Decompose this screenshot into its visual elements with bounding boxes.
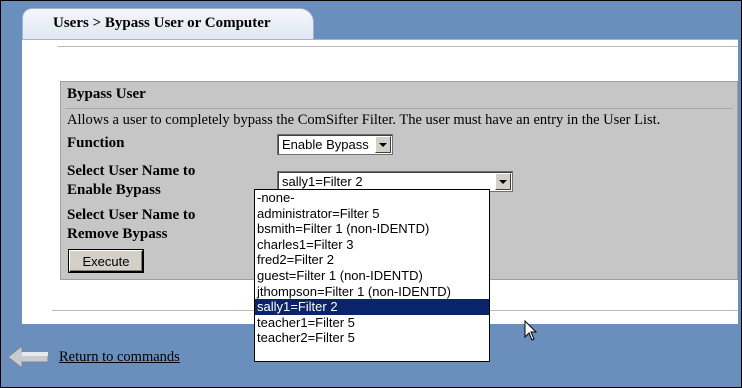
divider <box>58 46 738 47</box>
chevron-down-icon[interactable] <box>375 136 391 153</box>
list-item[interactable]: -none- <box>255 190 489 206</box>
function-select-value: Enable Bypass <box>282 137 369 152</box>
form-title: Bypass User <box>67 86 146 102</box>
return-to-commands-link[interactable]: Return to commands <box>59 349 180 366</box>
list-item-selected[interactable]: sally1=Filter 2 <box>255 299 489 315</box>
remove-bypass-label: Select User Name to Remove Bypass <box>67 207 196 242</box>
list-item[interactable]: jthompson=Filter 1 (non-IDENTD) <box>255 284 489 300</box>
back-arrow-icon[interactable] <box>6 344 50 370</box>
mouse-cursor-icon <box>524 320 538 341</box>
list-item[interactable]: charles1=Filter 3 <box>255 237 489 253</box>
list-item[interactable]: guest=Filter 1 (non-IDENTD) <box>255 268 489 284</box>
list-item[interactable]: bsmith=Filter 1 (non-IDENTD) <box>255 221 489 237</box>
form-description: Allows a user to completely bypass the C… <box>67 112 661 128</box>
enable-bypass-label: Select User Name to Enable Bypass <box>67 163 196 198</box>
list-item[interactable]: fred2=Filter 2 <box>255 252 489 268</box>
tab-bypass-user[interactable]: Users > Bypass User or Computer <box>22 8 314 40</box>
function-label: Function <box>67 135 125 151</box>
chevron-down-icon[interactable] <box>495 173 511 190</box>
list-item[interactable]: administrator=Filter 5 <box>255 206 489 222</box>
divider <box>65 108 733 109</box>
function-select[interactable]: Enable Bypass <box>277 134 393 155</box>
tab-label: Users > Bypass User or Computer <box>53 15 271 31</box>
list-item[interactable]: teacher1=Filter 5 <box>255 315 489 331</box>
list-item[interactable]: teacher2=Filter 5 <box>255 330 489 346</box>
enable-bypass-dropdown-list[interactable]: -none- administrator=Filter 5 bsmith=Fil… <box>254 189 490 362</box>
enable-bypass-select-value: sally1=Filter 2 <box>282 174 363 189</box>
execute-button[interactable]: Execute <box>68 249 144 273</box>
